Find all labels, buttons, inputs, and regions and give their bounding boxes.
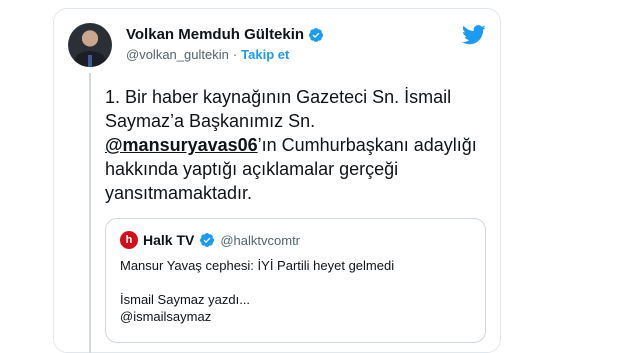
tweet-text: 1. Bir haber kaynağının Gazeteci Sn. İsm… <box>105 85 485 205</box>
separator: · <box>232 47 238 62</box>
quoted-spacer <box>120 274 470 291</box>
quoted-tweet-header: h Halk TV @halktvcomtr <box>120 231 300 249</box>
quoted-line-2: İsmail Saymaz yazdı... <box>120 292 251 307</box>
avatar-tie <box>88 55 92 67</box>
tweet-text-before: 1. Bir haber kaynağının Gazeteci Sn. İsm… <box>105 87 452 131</box>
follow-button[interactable]: Takip et <box>241 47 289 62</box>
author-handle-row: @volkan_gultekin · Takip et <box>126 47 289 62</box>
avatar[interactable] <box>68 23 112 67</box>
quoted-tweet-body: Mansur Yavaş cephesi: İYİ Partili heyet … <box>120 257 470 325</box>
tweet-card: Volkan Memduh Gültekin @volkan_gultekin … <box>53 8 501 353</box>
quoted-author-name: Halk TV <box>143 232 195 248</box>
mention-link[interactable]: @mansuryavas06 <box>105 135 258 155</box>
author-name[interactable]: Volkan Memduh Gültekin <box>126 26 304 43</box>
twitter-bird-icon[interactable] <box>462 25 486 45</box>
thread-line <box>89 73 91 353</box>
verified-badge-icon <box>309 27 324 42</box>
halktv-logo-letter: h <box>125 234 133 246</box>
quoted-line-1: Mansur Yavaş cephesi: İYİ Partili heyet … <box>120 258 395 273</box>
verified-badge-icon <box>200 233 215 247</box>
quoted-author-handle: @halktvcomtr <box>220 232 301 248</box>
author-name-row: Volkan Memduh Gültekin <box>126 26 324 43</box>
halktv-logo-icon: h <box>120 231 138 249</box>
quoted-tweet[interactable]: h Halk TV @halktvcomtr Mansur Yavaş ceph… <box>105 218 486 343</box>
author-handle[interactable]: @volkan_gultekin <box>126 47 229 62</box>
quoted-line-3: @ismailsaymaz <box>120 309 212 324</box>
